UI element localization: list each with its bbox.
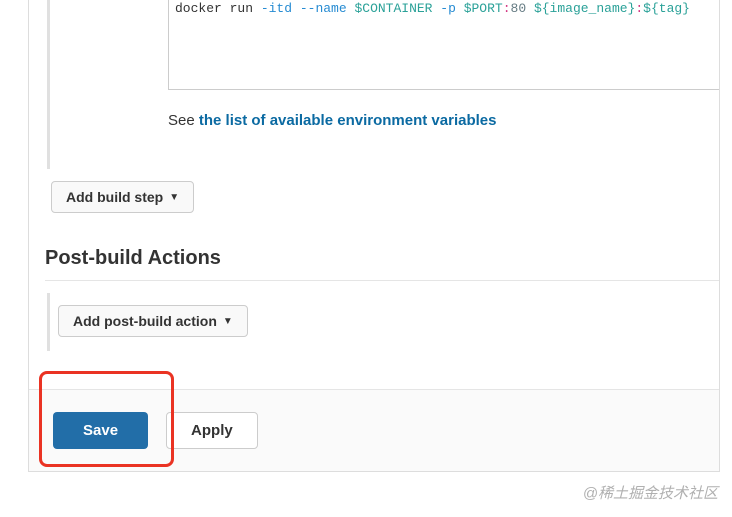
watermark-text: @稀土掘金技术社区	[583, 482, 718, 503]
build-step-block: docker run -itd --name $CONTAINER -p $PO…	[47, 0, 719, 169]
section-divider	[45, 280, 719, 281]
caret-down-icon: ▼	[223, 316, 233, 327]
apply-button[interactable]: Apply	[166, 412, 258, 449]
env-vars-link[interactable]: the list of available environment variab…	[199, 112, 497, 129]
add-post-build-action-button[interactable]: Add post-build action ▼	[58, 305, 248, 337]
config-page-container: docker run -itd --name $CONTAINER -p $PO…	[28, 0, 720, 472]
add-build-step-button[interactable]: Add build step ▼	[51, 181, 194, 213]
script-textarea[interactable]: docker run -itd --name $CONTAINER -p $PO…	[168, 0, 719, 90]
env-vars-help: See the list of available environment va…	[168, 112, 719, 129]
post-build-block: Add post-build action ▼	[47, 293, 719, 351]
save-button[interactable]: Save	[53, 412, 148, 449]
code-line: docker run -itd --name $CONTAINER -p $PO…	[169, 0, 719, 18]
post-build-heading: Post-build Actions	[45, 247, 719, 270]
build-section: docker run -itd --name $CONTAINER -p $PO…	[29, 0, 719, 227]
caret-down-icon: ▼	[169, 192, 179, 203]
footer-actions: Save Apply	[29, 389, 719, 471]
